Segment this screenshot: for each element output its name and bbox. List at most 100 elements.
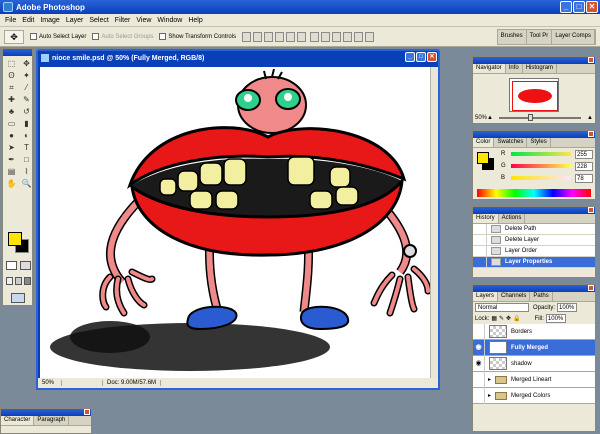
dock-tab-tool-presets[interactable]: Tool Pr xyxy=(527,30,553,44)
opacity-field[interactable]: 100% xyxy=(557,303,578,312)
lasso-tool-icon[interactable]: ʘ xyxy=(5,70,18,81)
layer-row[interactable]: Borders xyxy=(473,323,595,340)
doc-maximize-button[interactable]: □ xyxy=(416,52,426,62)
visibility-eye-icon[interactable]: ◉ xyxy=(473,355,485,372)
visibility-toggle[interactable] xyxy=(473,371,485,388)
color-ramp[interactable] xyxy=(477,189,591,197)
tab-paths[interactable]: Paths xyxy=(530,292,553,301)
navigator-panel-header[interactable] xyxy=(473,57,595,64)
document-titlebar[interactable]: nioce smile.psd @ 50% (Fully Merged, RGB… xyxy=(38,51,438,65)
slice-tool-icon[interactable]: ⁄ xyxy=(20,82,33,93)
b-slider[interactable] xyxy=(511,176,571,180)
foreground-color-swatch[interactable] xyxy=(8,232,22,246)
vertical-scrollbar[interactable] xyxy=(430,67,438,379)
dock-tab-layer-comps[interactable]: Layer Comps xyxy=(552,30,595,44)
navigator-close-icon[interactable] xyxy=(588,57,594,63)
lock-image-icon[interactable]: ✎ xyxy=(499,315,504,322)
expand-arrow-icon[interactable]: ▸ xyxy=(488,392,491,399)
expand-arrow-icon[interactable]: ▸ xyxy=(488,376,491,383)
history-panel-header[interactable] xyxy=(473,207,595,214)
zoom-in-icon[interactable]: ▲ xyxy=(587,115,593,121)
toolbox-header[interactable] xyxy=(3,49,32,56)
align-bottom-icon[interactable] xyxy=(264,31,274,42)
align-vcenter-icon[interactable] xyxy=(253,31,263,42)
tab-navigator[interactable]: Navigator xyxy=(473,64,506,73)
quick-mask-mode-icon[interactable] xyxy=(20,261,31,270)
visibility-toggle[interactable] xyxy=(473,387,485,404)
zoom-out-icon[interactable]: ▲ xyxy=(487,115,493,121)
pen-tool-icon[interactable]: ✒ xyxy=(5,154,18,165)
menu-file[interactable]: File xyxy=(2,17,19,24)
doc-size-info[interactable]: Doc: 9.00M/57.6M xyxy=(102,380,162,386)
menu-window[interactable]: Window xyxy=(154,17,185,24)
auto-select-layer-checkbox[interactable]: Auto Select Layer xyxy=(30,33,86,40)
zoom-level-field[interactable]: 50% xyxy=(42,380,62,386)
dodge-tool-icon[interactable]: ◐ xyxy=(20,130,33,141)
visibility-eye-icon[interactable]: ◉ xyxy=(473,339,485,356)
distribute-vcenter-icon[interactable] xyxy=(321,31,331,42)
doc-minimize-button[interactable]: _ xyxy=(405,52,415,62)
magic-wand-tool-icon[interactable]: ✦ xyxy=(20,70,33,81)
history-item[interactable]: Delete Layer xyxy=(473,234,595,246)
layers-panel-header[interactable] xyxy=(473,285,595,292)
healing-brush-tool-icon[interactable]: ✚ xyxy=(5,94,18,105)
layer-row-selected[interactable]: ◉ Fully Merged xyxy=(473,339,595,356)
tab-channels[interactable]: Channels xyxy=(498,292,531,301)
distribute-right-icon[interactable] xyxy=(365,31,375,42)
distribute-hcenter-icon[interactable] xyxy=(354,31,364,42)
notes-tool-icon[interactable]: ▤ xyxy=(5,166,18,177)
layers-close-icon[interactable] xyxy=(588,285,594,291)
clone-stamp-tool-icon[interactable]: ♣ xyxy=(5,106,18,117)
character-close-icon[interactable] xyxy=(84,409,90,415)
tab-info[interactable]: Info xyxy=(506,64,523,73)
path-selection-tool-icon[interactable]: ➤ xyxy=(5,142,18,153)
layer-row[interactable]: ◉ shadow xyxy=(473,355,595,372)
move-tool-icon[interactable]: ✥ xyxy=(20,58,33,69)
type-tool-icon[interactable]: T xyxy=(20,142,33,153)
tab-history[interactable]: History xyxy=(473,214,499,223)
tab-paragraph[interactable]: Paragraph xyxy=(34,416,70,425)
auto-select-groups-checkbox[interactable]: Auto Select Groups xyxy=(92,33,153,40)
screen-mode-full-menu-icon[interactable] xyxy=(15,277,22,285)
eyedropper-tool-icon[interactable]: ⌇ xyxy=(20,166,33,177)
character-panel-header[interactable] xyxy=(1,409,91,416)
dock-tab-brushes[interactable]: Brushes xyxy=(498,30,527,44)
navigator-thumbnail[interactable] xyxy=(509,78,559,112)
distribute-left-icon[interactable] xyxy=(343,31,353,42)
hand-tool-icon[interactable]: ✋ xyxy=(5,178,18,189)
layer-group-row[interactable]: ▸ Merged Lineart xyxy=(473,371,595,388)
lock-all-icon[interactable]: 🔒 xyxy=(513,315,520,322)
blur-tool-icon[interactable]: ● xyxy=(5,130,18,141)
tab-histogram[interactable]: Histogram xyxy=(523,64,558,73)
lock-transparent-icon[interactable]: ▦ xyxy=(491,315,497,322)
zoom-slider-knob[interactable] xyxy=(527,114,533,121)
tab-actions[interactable]: Actions xyxy=(499,214,526,223)
tab-character[interactable]: Character xyxy=(1,416,35,425)
menu-image[interactable]: Image xyxy=(37,17,62,24)
history-close-icon[interactable] xyxy=(588,207,594,213)
close-button[interactable]: ✕ xyxy=(586,1,598,13)
standard-mode-icon[interactable] xyxy=(6,261,17,270)
g-slider[interactable] xyxy=(511,164,571,168)
distribute-top-icon[interactable] xyxy=(310,31,320,42)
fill-field[interactable]: 100% xyxy=(545,314,566,323)
tab-layers[interactable]: Layers xyxy=(473,292,499,301)
r-value-field[interactable]: 255 xyxy=(575,149,593,159)
menu-edit[interactable]: Edit xyxy=(19,17,37,24)
tab-styles[interactable]: Styles xyxy=(527,138,551,147)
screen-mode-full-icon[interactable] xyxy=(24,277,31,285)
distribute-bottom-icon[interactable] xyxy=(332,31,342,42)
minimize-button[interactable]: _ xyxy=(560,1,572,13)
menu-select[interactable]: Select xyxy=(86,17,111,24)
menu-help[interactable]: Help xyxy=(185,17,205,24)
history-brush-tool-icon[interactable]: ↺ xyxy=(20,106,33,117)
menu-view[interactable]: View xyxy=(133,17,154,24)
navigator-zoom-field[interactable]: 50% xyxy=(475,115,487,121)
brush-tool-icon[interactable]: ✎ xyxy=(20,94,33,105)
history-item[interactable]: Delete Path xyxy=(473,223,595,235)
history-item[interactable]: Layer Order xyxy=(473,245,595,257)
tab-swatches[interactable]: Swatches xyxy=(494,138,528,147)
maximize-button[interactable]: □ xyxy=(573,1,585,13)
gradient-tool-icon[interactable]: ▮ xyxy=(20,118,33,129)
color-close-icon[interactable] xyxy=(588,131,594,137)
